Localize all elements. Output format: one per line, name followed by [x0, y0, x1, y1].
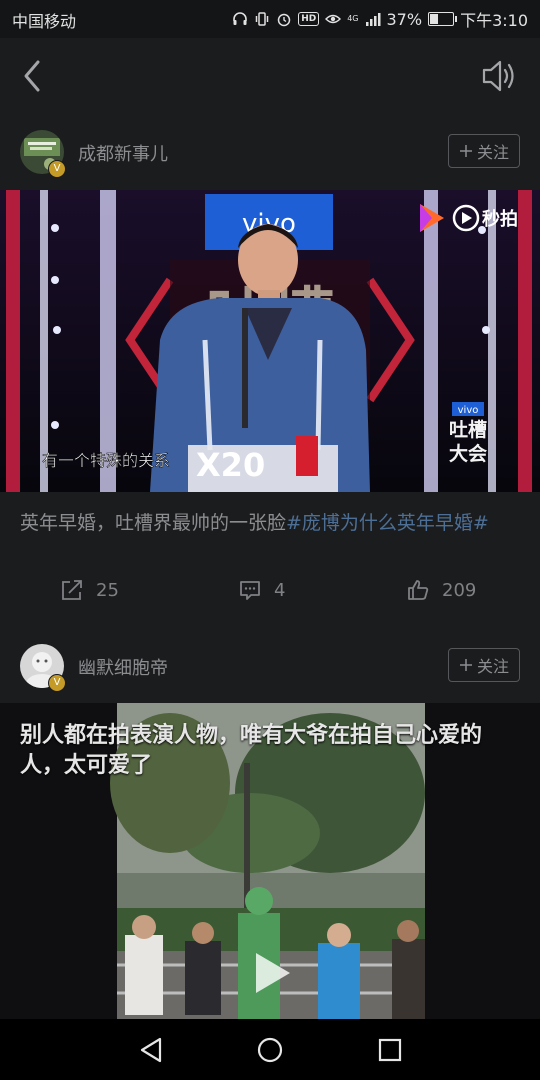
video-frame: vivo 吐槽 有一个特殊的关系 X20 秒拍 vivo 吐槽 大会	[0, 190, 540, 492]
share-count: 25	[96, 579, 119, 601]
share-icon	[62, 580, 82, 600]
signal-icon	[365, 13, 380, 26]
comment-count: 4	[274, 579, 286, 601]
video-player[interactable]: 别人都在拍表演人物，唯有大爷在拍自己心爱的人，太可爱了	[0, 703, 540, 1019]
hashtag-link[interactable]: #庞博为什么英年早婚#	[286, 512, 489, 534]
mini-brand-text: vivo	[458, 405, 479, 416]
back-arrow-icon[interactable]	[14, 56, 54, 96]
network-type: 4G	[347, 14, 359, 23]
alarm-icon	[277, 13, 291, 27]
post-actions: 25 4 209	[0, 578, 540, 618]
headphones-icon	[233, 12, 247, 25]
video-player[interactable]: vivo 吐槽 有一个特殊的关系 X20 秒拍 vivo 吐槽 大会	[0, 190, 540, 492]
like-count: 209	[442, 579, 477, 601]
speaker-icon[interactable]	[480, 58, 520, 94]
carrier-label: 中国移动	[12, 12, 77, 31]
verified-badge-icon: V	[48, 674, 66, 692]
nav-home-icon[interactable]	[255, 1035, 285, 1065]
video-subtitle: 有一个特殊的关系	[42, 451, 170, 470]
watermark-text: 秒拍	[482, 208, 518, 230]
nav-recents-icon[interactable]	[375, 1035, 405, 1065]
post-header: V 成都新事儿 关注	[0, 116, 540, 192]
follow-button[interactable]: 关注	[448, 648, 520, 682]
post-header: V 幽默细胞帝 关注	[0, 630, 540, 706]
hd-badge: HD	[298, 12, 320, 26]
follow-label: 关注	[476, 657, 509, 676]
thumbs-up-icon	[408, 580, 429, 600]
caption-text: 英年早婚，吐槽界最帅的一张脸	[20, 512, 287, 534]
post-caption: 英年早婚，吐槽界最帅的一张脸#庞博为什么英年早婚#	[20, 510, 520, 537]
comment-icon	[240, 581, 260, 600]
mini-logo-line2: 大会	[449, 442, 487, 465]
battery-percent: 37%	[386, 9, 423, 29]
plus-icon	[459, 659, 472, 671]
navigation-bar	[0, 1019, 540, 1080]
top-bar	[0, 38, 540, 114]
follow-button[interactable]: 关注	[448, 134, 520, 168]
clock: 下午3:10	[460, 11, 528, 30]
battery-icon	[428, 12, 458, 26]
author-name[interactable]: 幽默细胞帝	[78, 654, 168, 680]
status-icons: HD 4G 37% 下午3:10	[232, 7, 528, 31]
follow-label: 关注	[476, 143, 509, 162]
like-button[interactable]: 209	[406, 578, 476, 602]
plus-icon	[459, 145, 472, 157]
product-text: X20	[196, 446, 265, 484]
share-button[interactable]: 25	[60, 578, 119, 602]
comment-button[interactable]: 4	[238, 578, 285, 602]
status-bar: 中国移动 HD 4G 37% 下午3:10	[0, 0, 540, 38]
vibrate-icon	[255, 12, 269, 26]
author-name[interactable]: 成都新事儿	[78, 140, 168, 166]
verified-badge-icon: V	[48, 160, 66, 178]
mini-logo-line1: 吐槽	[449, 418, 487, 441]
nav-back-icon[interactable]	[136, 1035, 166, 1065]
eye-icon	[325, 14, 342, 24]
video-title: 别人都在拍表演人物，唯有大爷在拍自己心爱的人，太可爱了	[20, 723, 483, 778]
